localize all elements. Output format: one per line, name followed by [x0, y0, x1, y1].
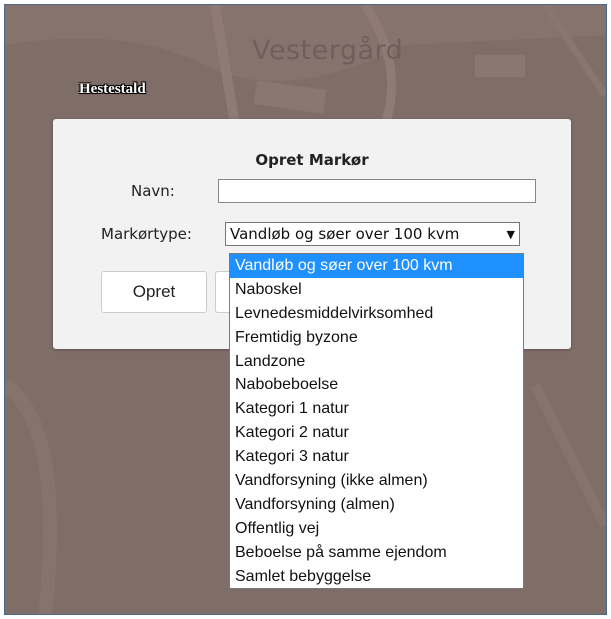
dropdown-option[interactable]: Naboskel	[230, 278, 523, 302]
map-marker-label[interactable]: Hestestald	[79, 81, 146, 98]
dropdown-option[interactable]: Vandforsyning (ikke almen)	[230, 469, 523, 493]
marker-type-selected-value: Vandløb og søer over 100 kvm	[230, 225, 460, 243]
map-place-label: Vestergård	[252, 35, 404, 66]
dropdown-option[interactable]: Fremtidig byzone	[230, 326, 523, 350]
name-label: Navn:	[131, 182, 175, 200]
dropdown-option[interactable]: Offentlig vej	[230, 517, 523, 541]
dropdown-option[interactable]: Vandløb og søer over 100 kvm	[230, 254, 523, 278]
name-input[interactable]	[218, 179, 536, 203]
dropdown-option[interactable]: Samlet bebyggelse	[230, 565, 523, 589]
dropdown-option[interactable]: Nabobeboelse	[230, 373, 523, 397]
marker-type-select[interactable]: Vandløb og søer over 100 kvm ▼	[225, 222, 520, 246]
dropdown-option[interactable]: Kategori 3 natur	[230, 445, 523, 469]
marker-type-dropdown-list: Vandløb og søer over 100 kvm Naboskel Levn…	[229, 253, 524, 590]
dropdown-option[interactable]: Kategori 2 natur	[230, 421, 523, 445]
marker-type-label: Markørtype:	[101, 225, 192, 243]
dropdown-option[interactable]: Levnedesmiddelvirksomhed	[230, 302, 523, 326]
create-button[interactable]: Opret	[101, 271, 207, 313]
dropdown-arrow-icon: ▼	[506, 227, 515, 241]
dropdown-option[interactable]: Landzone	[230, 350, 523, 374]
dialog-title: Opret Markør	[255, 151, 369, 169]
app-frame: Vestergård Hestestald Opret Markør Navn:…	[4, 4, 607, 615]
dropdown-option[interactable]: Kategori 1 natur	[230, 397, 523, 421]
dropdown-option[interactable]: Vandforsyning (almen)	[230, 493, 523, 517]
dropdown-option[interactable]: Beboelse på samme ejendom	[230, 541, 523, 565]
